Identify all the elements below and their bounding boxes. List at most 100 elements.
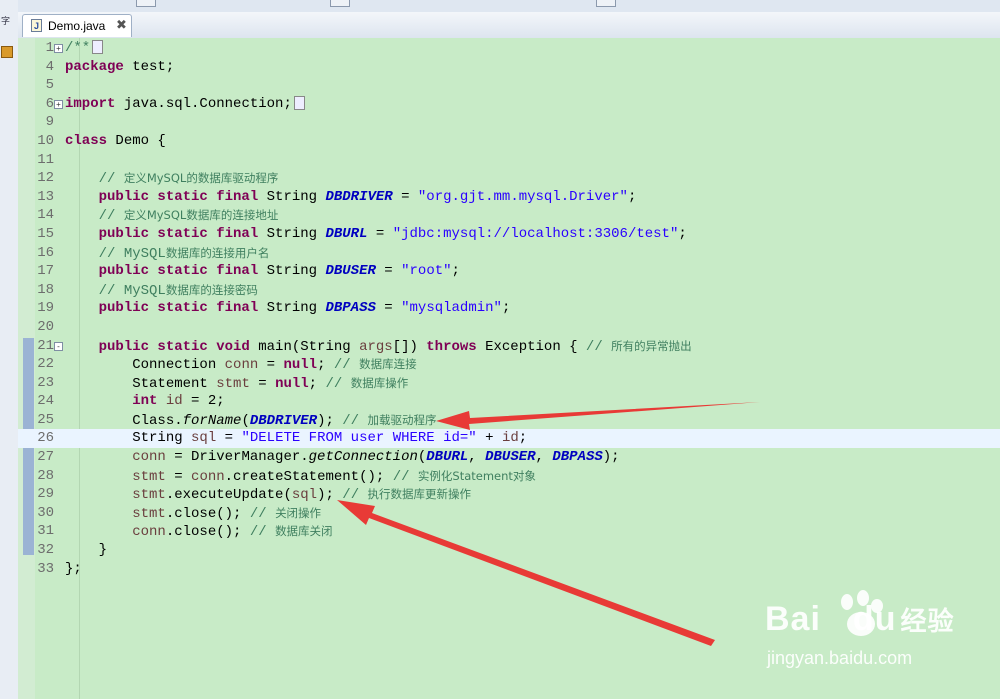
code-token: DBDRIVER: [325, 188, 393, 205]
code-token: = DriverManager.: [165, 449, 309, 466]
expand-fold-icon[interactable]: +: [54, 99, 63, 109]
code-token: package: [65, 58, 124, 75]
toolbar-button[interactable]: [596, 0, 616, 7]
code-token: =: [249, 375, 276, 392]
code-token: Exception {: [476, 338, 586, 355]
collapse-fold-icon[interactable]: -: [54, 341, 63, 351]
code-token: id: [501, 430, 519, 447]
watermark-logo-du: du: [852, 600, 897, 638]
code-token: 执行数据库更新操作: [367, 487, 472, 502]
code-line[interactable]: 20: [18, 318, 1000, 337]
outline-view-icon[interactable]: [1, 46, 13, 58]
line-number: 1: [45, 40, 54, 56]
code-token: ;: [518, 430, 528, 447]
code-line[interactable]: 12 // 定义MySQL的数据库驱动程序: [18, 169, 1000, 188]
code-token: java.sql.Connection;: [115, 95, 292, 112]
code-line[interactable]: 30 stmt.close(); // 关闭操作: [18, 504, 1000, 523]
code-line[interactable]: 24 int id = 2;: [18, 392, 1000, 411]
tab-demo-java[interactable]: J Demo.java ✖: [22, 14, 132, 37]
line-number: 31: [37, 523, 54, 540]
code-token: }: [65, 542, 108, 559]
code-token: //: [342, 412, 368, 429]
line-text: // 定义MySQL数据库的连接地址: [65, 206, 279, 226]
line-number: 30: [37, 504, 54, 521]
code-line[interactable]: 16 // MySQL数据库的连接用户名: [18, 244, 1000, 263]
line-number: 5: [45, 77, 54, 94]
code-token: "org.gjt.mm.mysql.Driver": [417, 188, 628, 205]
code-line[interactable]: 18 // MySQL数据库的连接密码: [18, 281, 1000, 300]
line-number: 20: [37, 318, 54, 335]
close-tab-icon[interactable]: ✖: [116, 17, 127, 33]
expand-fold-icon[interactable]: +: [54, 44, 63, 53]
code-line[interactable]: 23 Statement stmt = null; // 数据库操作: [18, 374, 1000, 393]
code-line[interactable]: 31 conn.close(); // 数据库关闭: [18, 522, 1000, 541]
code-line[interactable]: 26 String sql = "DELETE FROM user WHERE …: [18, 429, 1000, 449]
toolbar-button[interactable]: [136, 0, 156, 7]
code-line[interactable]: 1 +/**: [18, 39, 1000, 58]
code-token: []): [392, 338, 427, 355]
code-token: DBPASS: [325, 300, 376, 317]
toolbar-button[interactable]: [330, 0, 350, 7]
code-line[interactable]: 21- public static void main(String args[…: [18, 337, 1000, 356]
collapsed-block-icon[interactable]: [92, 40, 104, 55]
code-token: stmt: [216, 375, 250, 392]
code-line[interactable]: 27 conn = DriverManager.getConnection(DB…: [18, 448, 1000, 467]
line-number: 28: [37, 467, 54, 484]
code-line[interactable]: 4 package test;: [18, 58, 1000, 77]
code-token: "root": [401, 263, 452, 280]
code-area[interactable]: 1 +/** 4 package test; 5 6 + import java.sql.Co…: [18, 39, 1000, 578]
watermark-url: jingyan.baidu.com: [767, 648, 913, 668]
code-line[interactable]: 25 Class.forName(DBDRIVER); // 加载驱动程序: [18, 411, 1000, 430]
code-token: stmt: [132, 505, 166, 522]
code-token: throws: [426, 338, 477, 355]
line-text: String sql = "DELETE FROM user WHERE id=…: [65, 429, 527, 448]
code-line[interactable]: 15 public static final String DBURL = "j…: [18, 225, 1000, 244]
code-token: ;: [501, 300, 511, 317]
tab-title: Demo.java: [48, 19, 106, 33]
code-line[interactable]: 9: [18, 113, 1000, 132]
code-line[interactable]: 29 stmt.executeUpdate(sql); // 执行数据库更新操作: [18, 485, 1000, 504]
code-token: //: [585, 338, 612, 355]
code-token: args: [359, 338, 393, 355]
code-line[interactable]: 14 // 定义MySQL数据库的连接地址: [18, 206, 1000, 225]
line-text: class Demo {: [65, 132, 166, 151]
code-token: conn: [191, 468, 225, 485]
code-line[interactable]: 10 class Demo {: [18, 132, 1000, 151]
line-text: public static final String DBURL = "jdbc…: [65, 225, 687, 244]
code-line[interactable]: 11: [18, 151, 1000, 170]
code-line[interactable]: 6 + import java.sql.Connection;: [18, 95, 1000, 114]
line-number: 25: [37, 411, 54, 428]
code-token: //: [98, 208, 124, 225]
code-line[interactable]: 28 stmt = conn.createStatement(); // 实例化…: [18, 467, 1000, 486]
code-token: Connection: [65, 357, 225, 374]
code-line[interactable]: 22 Connection conn = null; // 数据库连接: [18, 355, 1000, 374]
code-token: public static void: [98, 338, 250, 355]
code-line[interactable]: 33};: [18, 560, 1000, 579]
code-line[interactable]: 5: [18, 76, 1000, 95]
code-token: main(String: [249, 338, 360, 355]
code-token: (: [241, 412, 250, 429]
code-line[interactable]: 19 public static final String DBPASS = "…: [18, 299, 1000, 318]
collapsed-block-icon[interactable]: [293, 96, 305, 111]
code-token: DBURL: [426, 449, 469, 466]
code-token: DBURL: [325, 225, 368, 242]
code-line[interactable]: 32 }: [18, 541, 1000, 560]
code-token: DBUSER: [325, 263, 376, 280]
code-line[interactable]: 13 public static final String DBDRIVER =…: [18, 188, 1000, 207]
code-token: =: [375, 263, 402, 280]
code-token: 定义MySQL的数据库驱动程序: [123, 171, 279, 186]
code-token: import: [65, 95, 116, 112]
code-token: );: [317, 412, 343, 429]
baidu-jingyan-watermark: Bai du 经验 jingyan.baidu.com: [765, 590, 985, 680]
code-token: conn: [224, 357, 259, 374]
code-line[interactable]: 17 public static final String DBUSER = "…: [18, 262, 1000, 281]
code-token: ;: [627, 188, 637, 205]
code-token: 关闭操作: [275, 505, 322, 520]
line-number: 15: [37, 225, 54, 242]
code-token: .executeUpdate(: [165, 487, 292, 504]
